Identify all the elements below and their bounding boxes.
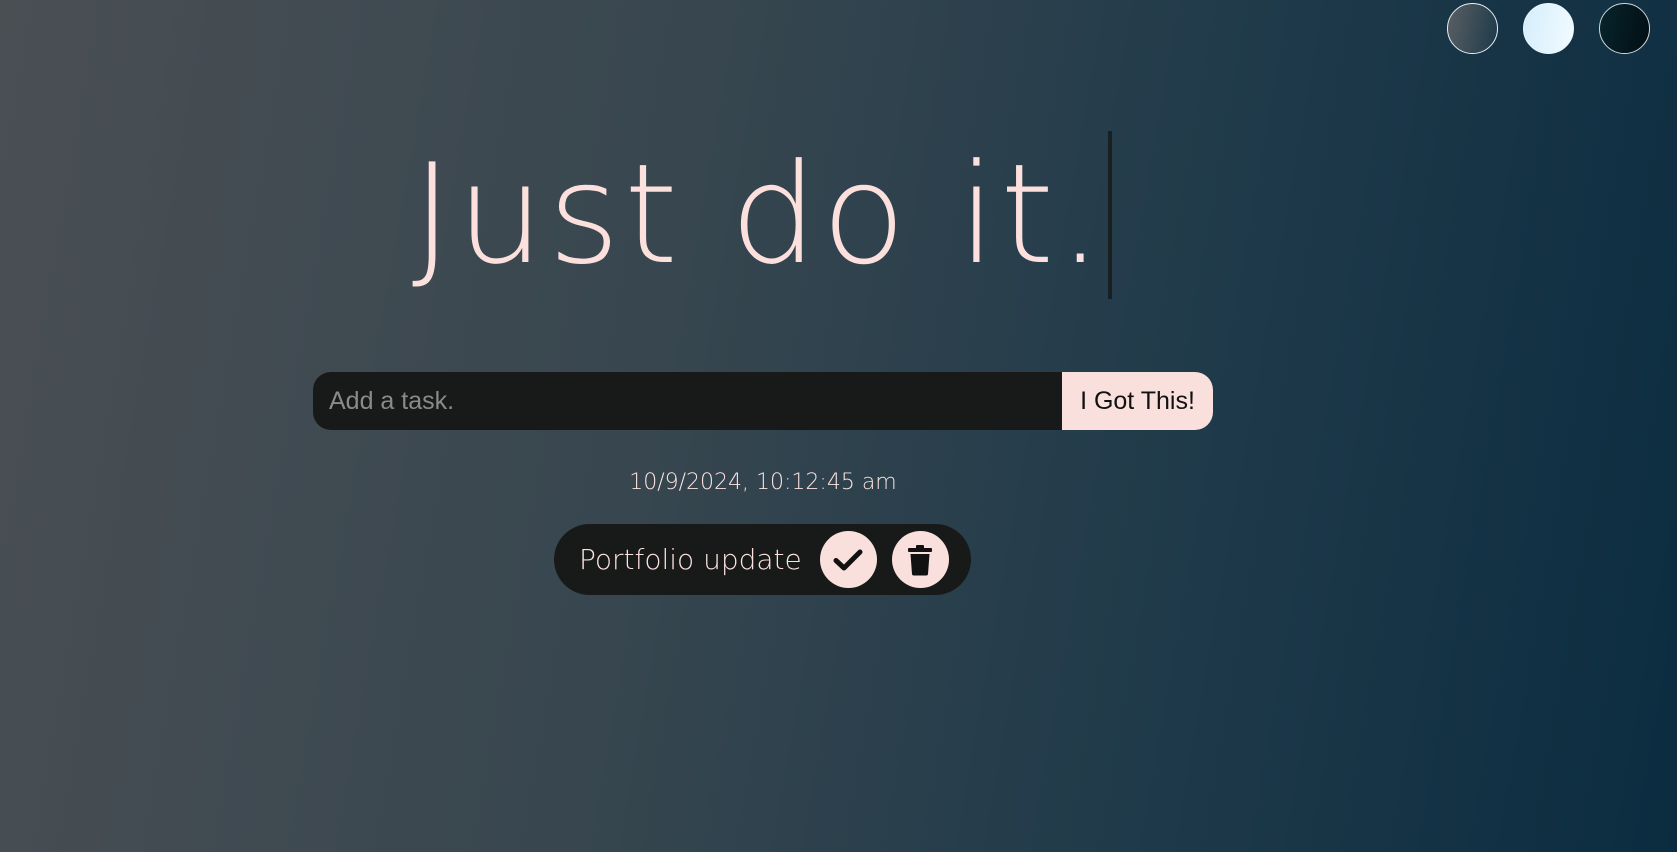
- standard-theme-button[interactable]: [1447, 3, 1498, 54]
- theme-switcher: [1447, 3, 1650, 54]
- todo-item: Portfolio update: [554, 524, 971, 595]
- todo-list: Portfolio update: [554, 524, 971, 595]
- task-input[interactable]: [313, 372, 1062, 430]
- datetime-display: 10/9/2024, 10:12:45 am: [629, 470, 897, 495]
- page-title: Just do it.: [412, 131, 1113, 299]
- header: Just do it.: [0, 131, 1524, 299]
- darker-theme-button[interactable]: [1599, 3, 1650, 54]
- task-form: I Got This!: [313, 372, 1213, 430]
- todo-text: Portfolio update: [579, 543, 802, 576]
- delete-task-button[interactable]: [891, 531, 949, 588]
- trash-icon: [908, 544, 933, 575]
- check-icon: [833, 549, 863, 570]
- light-theme-button[interactable]: [1523, 3, 1574, 54]
- add-task-button[interactable]: I Got This!: [1062, 372, 1213, 430]
- complete-task-button[interactable]: [819, 531, 877, 588]
